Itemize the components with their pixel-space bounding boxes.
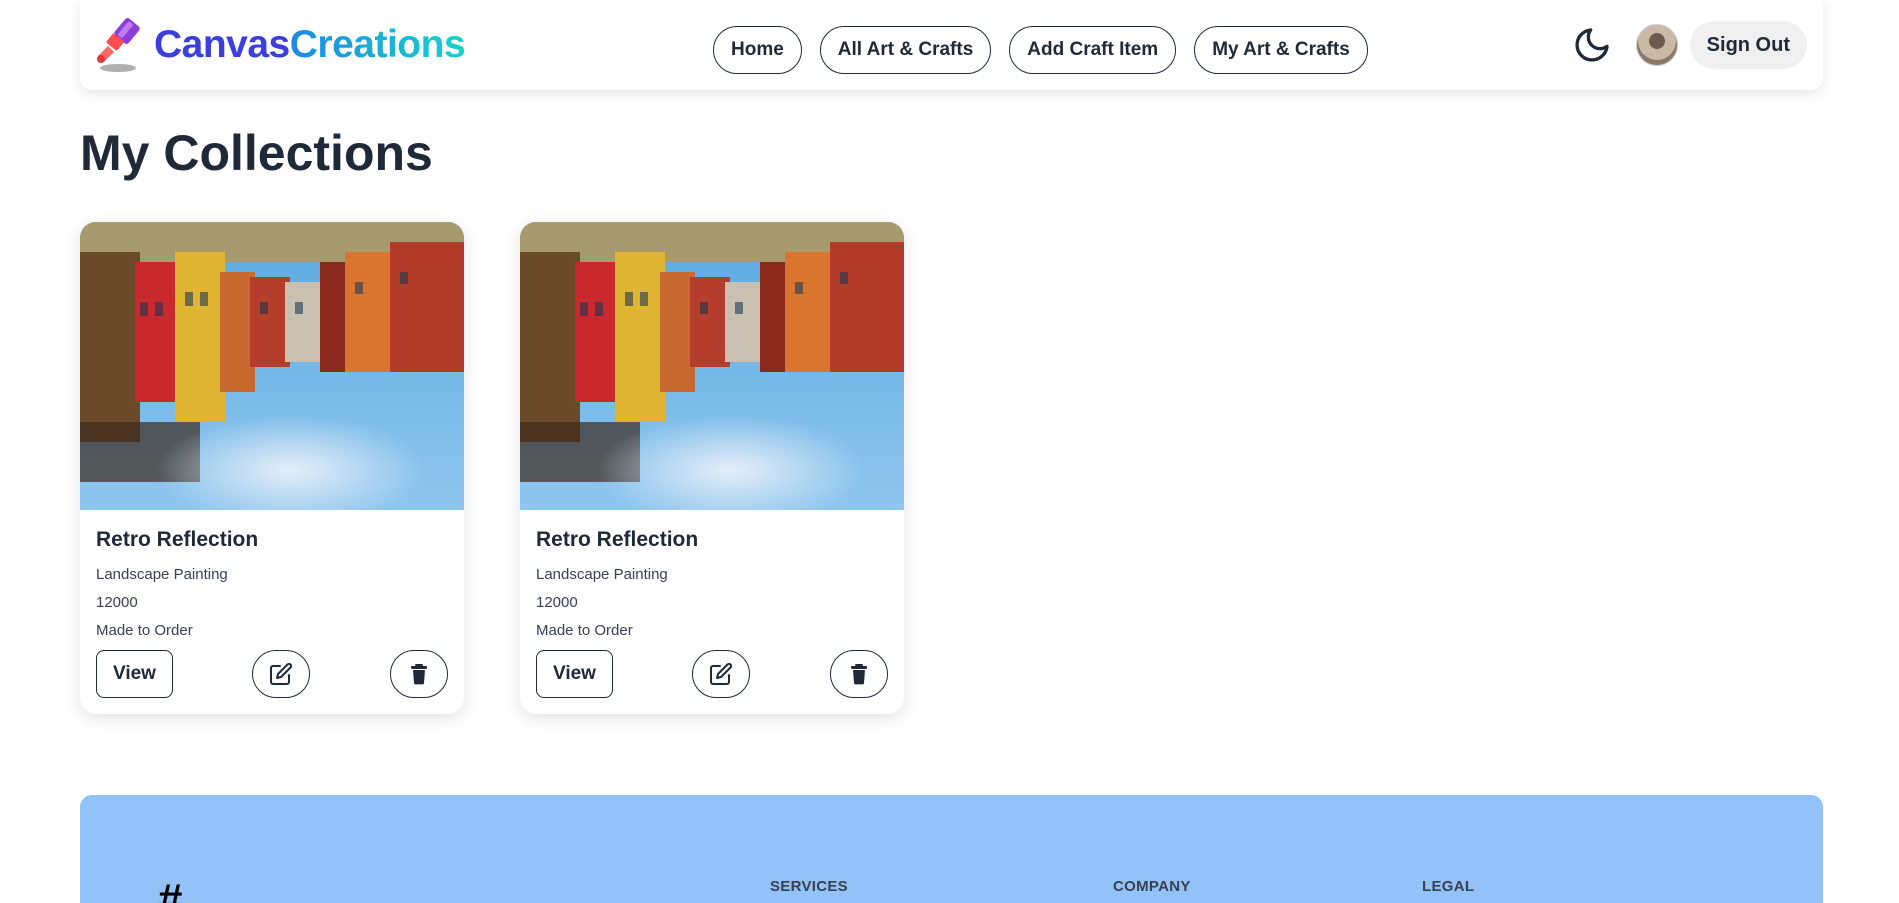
trash-icon	[851, 664, 867, 685]
brand-name-part1: Canvas	[154, 23, 290, 66]
craft-card: Retro Reflection Landscape Painting 1200…	[80, 222, 464, 714]
moon-icon[interactable]	[1572, 25, 1612, 65]
card-body: Retro Reflection Landscape Painting 1200…	[80, 510, 464, 639]
nav-all-art-crafts[interactable]: All Art & Crafts	[819, 26, 992, 74]
nav-my-art-crafts[interactable]: My Art & Crafts	[1194, 26, 1368, 74]
card-actions: View	[96, 650, 448, 698]
footer-heading-legal: LEGAL	[1422, 878, 1475, 895]
craft-image	[80, 222, 464, 510]
brand[interactable]: CanvasCreations	[94, 16, 466, 74]
card-category: Landscape Painting	[536, 566, 668, 583]
delete-button[interactable]	[830, 650, 888, 698]
card-body: Retro Reflection Landscape Painting 1200…	[520, 510, 904, 639]
nav-add-craft-item[interactable]: Add Craft Item	[1009, 26, 1177, 74]
user-avatar[interactable]	[1635, 24, 1678, 66]
edit-icon	[270, 662, 293, 685]
navbar: CanvasCreations Home All Art & Crafts Ad…	[80, 0, 1823, 90]
brand-name-part2: Creations	[289, 23, 466, 66]
card-title: Retro Reflection	[536, 528, 699, 551]
trash-icon	[411, 664, 427, 685]
footer-logo-icon: #	[158, 875, 183, 903]
card-title: Retro Reflection	[96, 528, 259, 551]
footer: # SERVICES COMPANY LEGAL	[80, 795, 1823, 903]
footer-heading-services: SERVICES	[770, 878, 848, 895]
card-status: Made to Order	[536, 622, 633, 639]
card-actions: View	[536, 650, 888, 698]
paintbrush-logo-icon	[97, 18, 140, 72]
card-category: Landscape Painting	[96, 566, 228, 583]
edit-button[interactable]	[692, 650, 751, 698]
card-price: 12000	[96, 594, 138, 611]
brand-name: CanvasCreations	[154, 23, 466, 67]
craft-image	[520, 222, 904, 510]
nav-right: Sign Out	[1572, 21, 1807, 69]
card-status: Made to Order	[96, 622, 193, 639]
footer-heading-company: COMPANY	[1113, 878, 1191, 895]
card-price: 12000	[536, 594, 578, 611]
edit-icon	[710, 662, 733, 685]
page-title: My Collections	[80, 125, 433, 181]
collection-grid: Retro Reflection Landscape Painting 1200…	[80, 222, 904, 714]
nav-home[interactable]: Home	[713, 26, 802, 74]
view-button[interactable]: View	[536, 650, 613, 698]
sign-out-button[interactable]: Sign Out	[1689, 21, 1807, 69]
main-nav: Home All Art & Crafts Add Craft Item My …	[713, 26, 1368, 74]
craft-card: Retro Reflection Landscape Painting 1200…	[520, 222, 904, 714]
view-button[interactable]: View	[96, 650, 173, 698]
edit-button[interactable]	[252, 650, 311, 698]
delete-button[interactable]	[390, 650, 448, 698]
